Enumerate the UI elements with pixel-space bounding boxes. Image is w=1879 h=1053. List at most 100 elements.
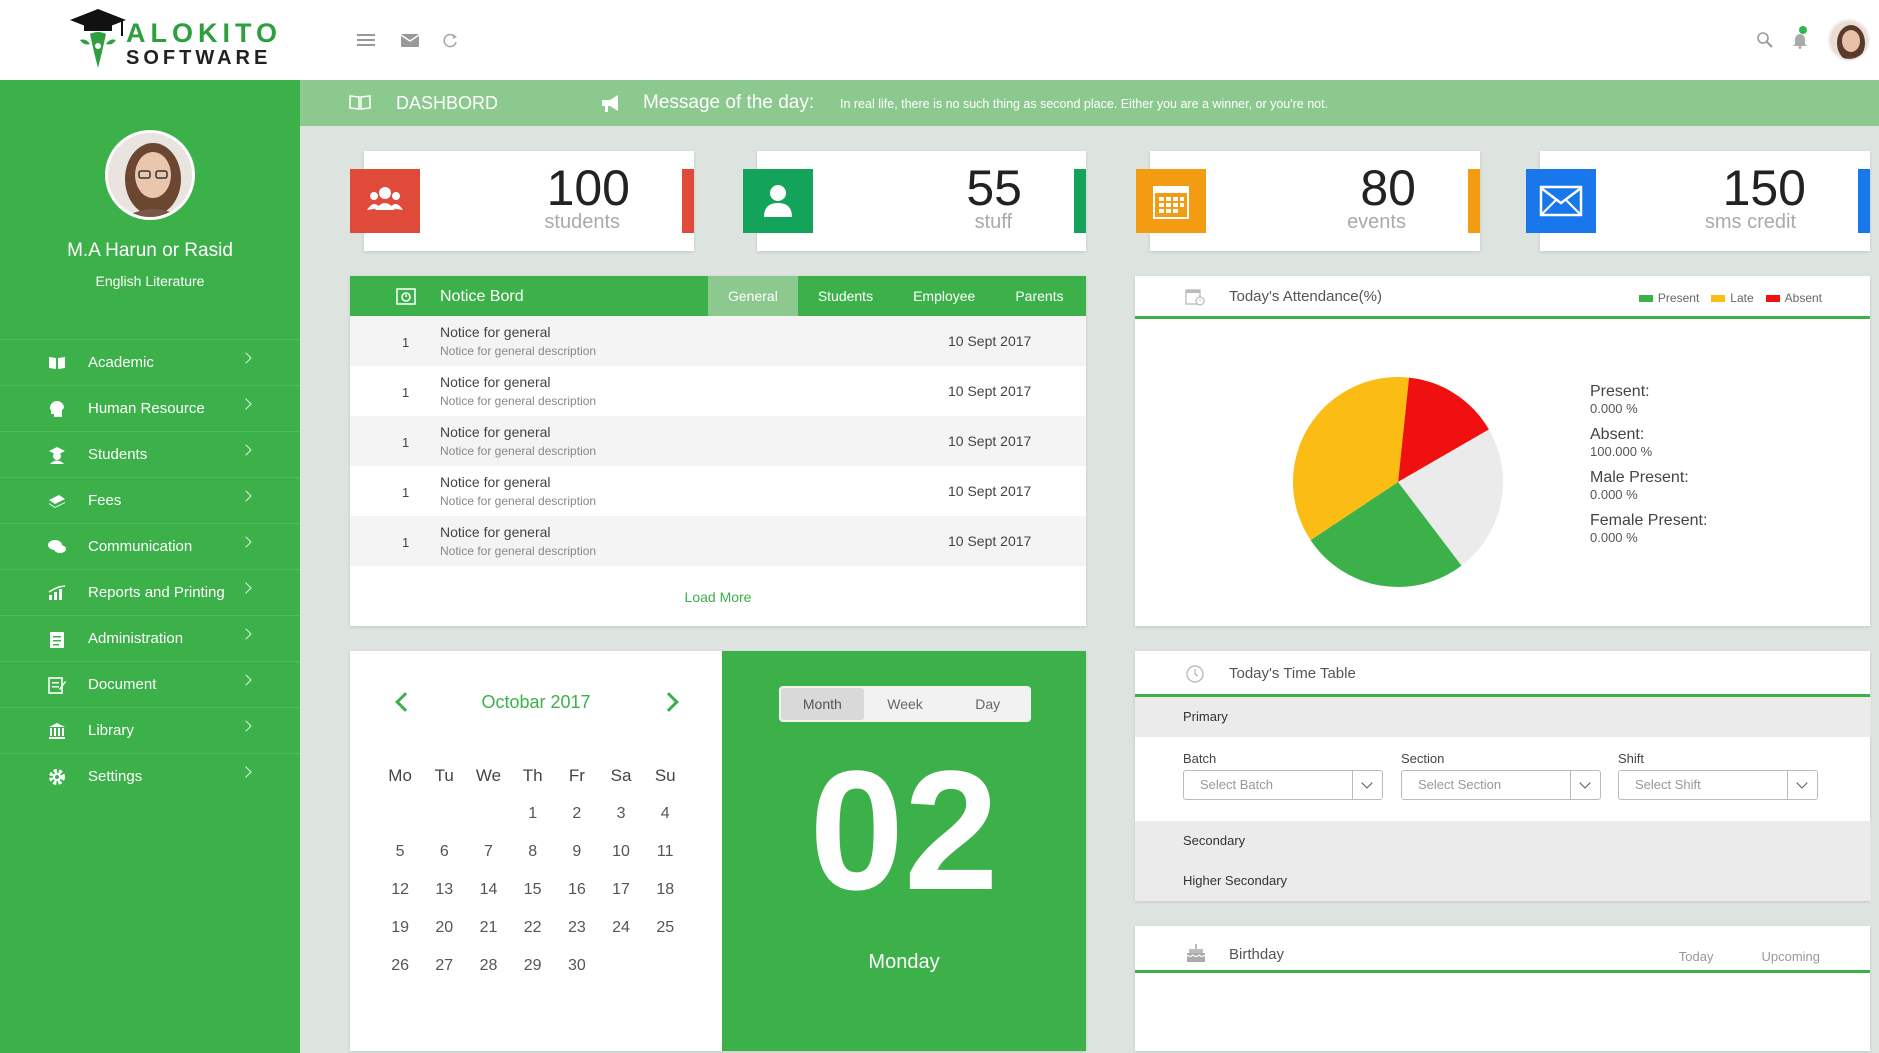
stat-card-students[interactable]: 100 students [350, 151, 694, 251]
calendar-day-cell[interactable]: 11 [643, 842, 687, 880]
calendar-day-cell[interactable]: 6 [422, 842, 466, 880]
calendar-day-cell[interactable]: 12 [378, 880, 422, 918]
calendar-day-cell[interactable]: 20 [422, 918, 466, 956]
document-icon [48, 676, 66, 694]
user-avatar[interactable] [1828, 19, 1870, 61]
notice-row[interactable]: 1 Notice for general Notice for general … [350, 316, 1086, 366]
money-icon [48, 492, 66, 510]
legend-swatch [1765, 294, 1780, 302]
profile-name: M.A Harun or Rasid [67, 240, 233, 261]
notice-title: Notice for general [440, 424, 551, 440]
sidebar-item-administration[interactable]: Administration [0, 615, 300, 661]
calendar-day-cell[interactable]: 28 [466, 956, 510, 994]
sidebar-item-students[interactable]: Students [0, 431, 300, 477]
notice-row[interactable]: 1 Notice for general Notice for general … [350, 466, 1086, 516]
sidebar-item-reports-and-printing[interactable]: Reports and Printing [0, 569, 300, 615]
brand-name: ALOKITO [126, 18, 282, 48]
calendar-day-cell[interactable]: 14 [466, 880, 510, 918]
section-primary[interactable]: Primary [1135, 697, 1871, 737]
tab-week[interactable]: Week [864, 688, 947, 720]
calendar-week-row: 5 6 7 8 9 10 11 [378, 842, 698, 880]
calendar-day-cell[interactable]: 19 [378, 918, 422, 956]
sidebar-item-human-resource[interactable]: Human Resource [0, 385, 300, 431]
tab-parents[interactable]: Parents [995, 276, 1083, 316]
calendar-day-cell[interactable]: 17 [599, 880, 643, 918]
sub-header: DASHBORD Message of the day: In real lif… [300, 80, 1879, 126]
calendar-day-cell[interactable]: 27 [422, 956, 466, 994]
batch-select[interactable]: Select Batch [1183, 770, 1383, 800]
sidebar-item-library[interactable]: Library [0, 707, 300, 753]
calendar-day-cell[interactable]: 24 [599, 918, 643, 956]
calendar-day-cell[interactable]: 29 [511, 956, 555, 994]
calendar-day-cell[interactable]: 25 [643, 918, 687, 956]
calendar-day-cell[interactable]: 22 [511, 918, 555, 956]
calendar-day-cell[interactable]: 9 [555, 842, 599, 880]
calendar-day-cell[interactable]: 8 [511, 842, 555, 880]
calendar-day-cell[interactable]: 23 [555, 918, 599, 956]
weekday-label: Fr [568, 766, 585, 785]
tab-upcoming[interactable]: Upcoming [1761, 949, 1820, 964]
chevron-right-icon [240, 398, 252, 410]
tab-students[interactable]: Students [798, 276, 893, 316]
calendar-day-cell[interactable]: 18 [643, 880, 687, 918]
notice-row[interactable]: 1 Notice for general Notice for general … [350, 516, 1086, 566]
notice-row[interactable]: 1 Notice for general Notice for general … [350, 366, 1086, 416]
calendar-day-cell[interactable]: 2 [555, 804, 599, 842]
tab-day[interactable]: Day [946, 688, 1029, 720]
sidebar-item-document[interactable]: Document [0, 661, 300, 707]
notice-date: 10 Sept 2017 [948, 383, 1032, 399]
profile-photo[interactable] [105, 130, 195, 220]
calendar-day-cell[interactable]: 15 [511, 880, 555, 918]
notice-number: 1 [402, 435, 410, 450]
sidebar-item-settings[interactable]: Settings [0, 753, 300, 799]
legend-label: Absent [1784, 291, 1822, 305]
shift-select[interactable]: Select Shift [1618, 770, 1818, 800]
hamburger-menu-icon[interactable] [356, 30, 376, 50]
chevron-right-icon [240, 536, 252, 548]
cake-icon [1185, 942, 1207, 969]
clipboard-icon [48, 630, 66, 648]
sidebar-item-fees[interactable]: Fees [0, 477, 300, 523]
chevron-right-icon [240, 582, 252, 594]
tab-today[interactable]: Today [1679, 949, 1714, 964]
calendar-day-cell[interactable]: 21 [466, 918, 510, 956]
section-higher-secondary[interactable]: Higher Secondary [1135, 861, 1871, 901]
stat-label: students [544, 211, 620, 233]
section-select[interactable]: Select Section [1401, 770, 1601, 800]
search-icon[interactable] [1755, 30, 1775, 50]
calendar-day-cell[interactable]: 3 [599, 804, 643, 842]
load-more-link[interactable]: Load More [350, 589, 1086, 605]
calendar-day-cell[interactable]: 4 [643, 804, 687, 842]
section-secondary[interactable]: Secondary [1135, 821, 1871, 861]
stat-card-sms-credit[interactable]: 150 sms credit [1526, 151, 1870, 251]
stat-card-events[interactable]: 80 events [1136, 151, 1480, 251]
calendar-day-cell[interactable]: 30 [555, 956, 599, 994]
brand-logo[interactable]: ALOKITO SOFTWARE [68, 6, 277, 74]
mail-icon[interactable] [400, 30, 420, 50]
calendar-day-cell[interactable]: 5 [378, 842, 422, 880]
stat-value: 150 [1722, 160, 1806, 216]
current-day-number: 02 [809, 736, 999, 926]
tab-general[interactable]: General [708, 276, 798, 316]
calendar-day-cell[interactable]: 1 [511, 804, 555, 842]
notice-number: 1 [402, 485, 410, 500]
tab-employee[interactable]: Employee [893, 276, 995, 316]
notice-date: 10 Sept 2017 [948, 483, 1032, 499]
notice-title: Notice for general [440, 324, 551, 340]
notice-row[interactable]: 1 Notice for general Notice for general … [350, 416, 1086, 466]
panel-divider [1135, 316, 1870, 319]
tab-month[interactable]: Month [781, 688, 864, 720]
calendar-day-cell[interactable]: 16 [555, 880, 599, 918]
sidebar-item-academic[interactable]: Academic [0, 339, 300, 385]
stat-card-stuff[interactable]: 55 stuff [743, 151, 1086, 251]
legend-item-absent: Absent [1765, 291, 1822, 305]
calendar-day-cell[interactable]: 13 [422, 880, 466, 918]
calendar-day-cell[interactable]: 10 [599, 842, 643, 880]
shift-select-value: Select Shift [1635, 777, 1701, 792]
refresh-icon[interactable] [440, 30, 460, 50]
calendar-day-cell[interactable]: 26 [378, 956, 422, 994]
notice-number: 1 [402, 385, 410, 400]
sidebar-item-communication[interactable]: Communication [0, 523, 300, 569]
chart-icon [48, 584, 66, 602]
calendar-day-cell[interactable]: 7 [466, 842, 510, 880]
